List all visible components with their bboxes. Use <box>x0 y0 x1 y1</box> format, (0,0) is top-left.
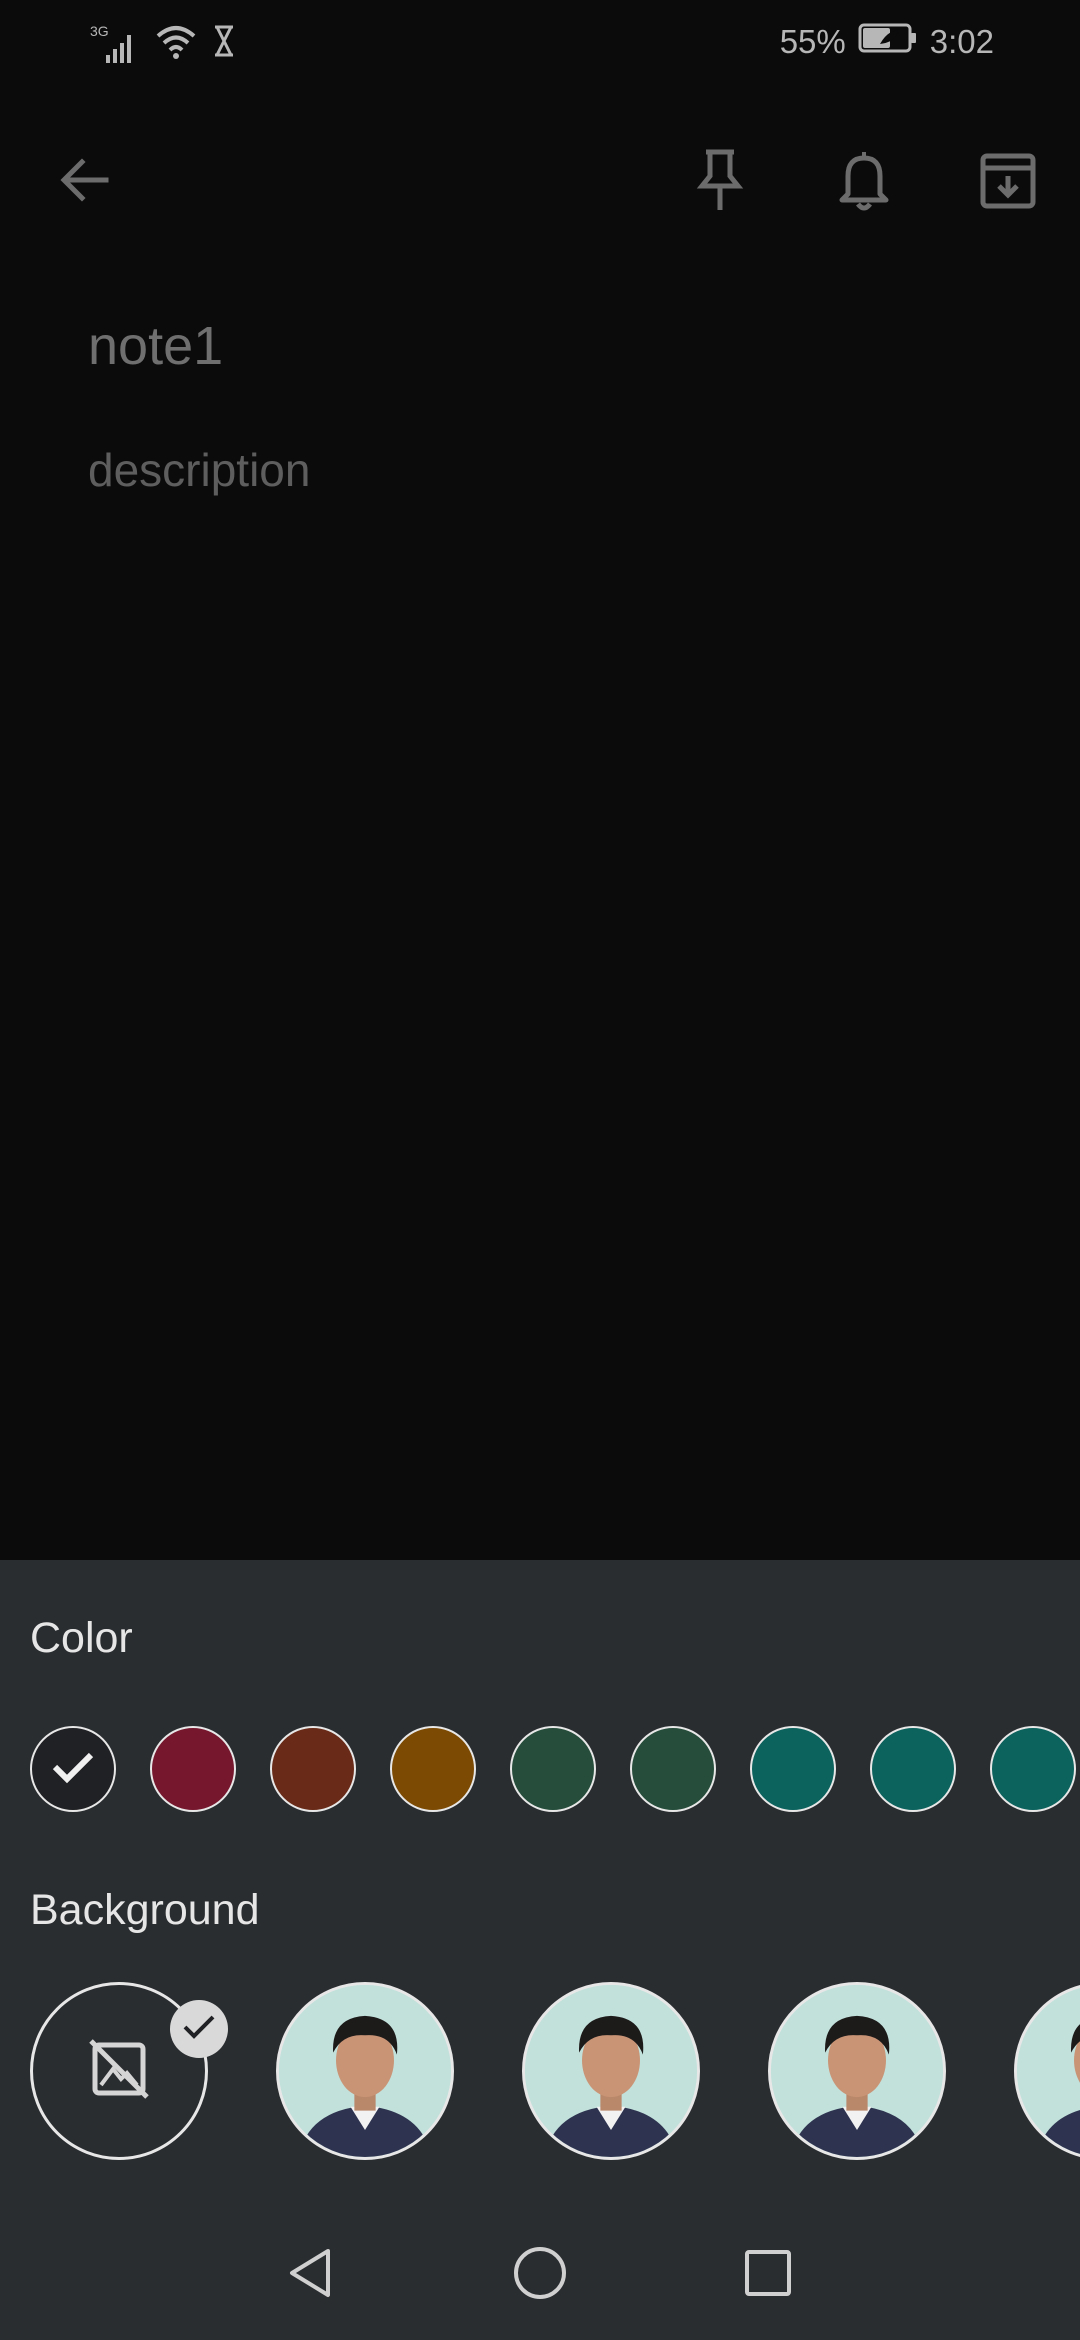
color-swatch-purple[interactable] <box>990 1726 1076 1812</box>
nav-recents-icon <box>742 2247 794 2304</box>
clock: 3:02 <box>929 23 994 60</box>
color-swatch-orange[interactable] <box>270 1726 356 1812</box>
background-portrait-2[interactable] <box>522 1982 700 2160</box>
nav-home-button[interactable] <box>500 2240 580 2310</box>
color-swatch-default[interactable] <box>30 1726 116 1812</box>
color-swatch-red[interactable] <box>150 1726 236 1812</box>
background-portrait-4[interactable] <box>1014 1982 1080 2160</box>
portrait-image <box>279 1985 451 2157</box>
system-navigation-bar <box>0 2210 1080 2340</box>
color-section-label: Color <box>30 1614 133 1662</box>
pin-button[interactable] <box>680 142 760 222</box>
archive-icon <box>979 150 1037 215</box>
checkmark-icon <box>51 1749 95 1790</box>
battery-saver-icon <box>858 22 918 62</box>
color-swatch-dark-blue[interactable] <box>870 1726 956 1812</box>
nav-recents-button[interactable] <box>728 2240 808 2310</box>
network-type-label: 3G <box>90 23 109 39</box>
background-option-row[interactable] <box>30 1982 1080 2172</box>
background-portrait-3[interactable] <box>768 1982 946 2160</box>
hourglass-icon <box>212 24 236 66</box>
archive-button[interactable] <box>968 142 1048 222</box>
note-description-input[interactable]: description <box>88 440 310 500</box>
color-swatch-teal[interactable] <box>630 1726 716 1812</box>
no-image-icon <box>87 2037 151 2106</box>
selected-check-badge <box>170 2000 228 2058</box>
back-button[interactable] <box>44 142 124 222</box>
status-bar: 3G 55% 3:02 <box>0 0 1080 86</box>
top-app-bar <box>0 130 1080 240</box>
background-section-label: Background <box>30 1886 260 1934</box>
portrait-image <box>525 1985 697 2157</box>
wifi-icon <box>154 22 198 68</box>
note-editor-screen: 3G 55% 3:02 note1 description Color Back… <box>0 0 1080 2340</box>
color-swatch-row[interactable] <box>30 1726 1080 1818</box>
portrait-image <box>771 1985 943 2157</box>
nav-back-button[interactable] <box>270 2240 350 2310</box>
nav-home-icon <box>512 2245 568 2306</box>
bell-icon <box>836 148 892 217</box>
pin-icon <box>692 148 748 217</box>
color-swatch-green[interactable] <box>510 1726 596 1812</box>
color-swatch-blue[interactable] <box>750 1726 836 1812</box>
back-arrow-icon <box>56 152 112 213</box>
status-left: 3G <box>90 22 236 68</box>
signal-icon: 3G <box>90 23 140 65</box>
background-portrait-1[interactable] <box>276 1982 454 2160</box>
nav-back-icon <box>284 2245 336 2306</box>
note-title-input[interactable]: note1 <box>88 310 223 382</box>
checkmark-icon <box>182 2013 216 2046</box>
reminder-button[interactable] <box>824 142 904 222</box>
battery-percent: 55% <box>779 23 846 60</box>
status-right: 55% 3:02 <box>780 22 994 62</box>
portrait-image <box>1017 1985 1080 2157</box>
color-swatch-yellow[interactable] <box>390 1726 476 1812</box>
